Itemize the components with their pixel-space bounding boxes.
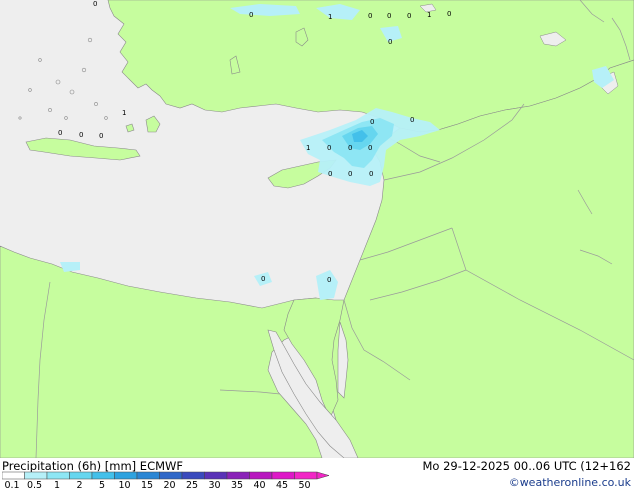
precip-label: 1 bbox=[122, 109, 126, 117]
precip-label: 0 bbox=[99, 132, 103, 140]
legend-swatch bbox=[181, 471, 205, 480]
precip-label: 1 bbox=[427, 11, 431, 19]
legend-tick-label: 30 bbox=[208, 480, 221, 491]
precip-label: 0 bbox=[368, 12, 372, 20]
legend-tick-label: 1 bbox=[53, 480, 61, 491]
legend-swatch bbox=[24, 471, 48, 480]
legend-swatch bbox=[249, 471, 273, 480]
precip-label: 0 bbox=[407, 12, 411, 20]
legend-swatch bbox=[46, 471, 70, 480]
map-canvas: 0 0 1 0 0 0 1 0 0 1 0 0 0 0 0 1 0 0 0 0 … bbox=[0, 0, 634, 458]
precip-label: 0 bbox=[370, 118, 374, 126]
legend-swatch bbox=[91, 471, 115, 480]
weather-map: 0 0 1 0 0 0 1 0 0 1 0 0 0 0 0 1 0 0 0 0 … bbox=[0, 0, 634, 491]
precip-label: 0 bbox=[368, 144, 372, 152]
precip-label: 0 bbox=[348, 144, 352, 152]
legend-swatch bbox=[271, 471, 295, 480]
precip-label: 0 bbox=[58, 129, 62, 137]
legend-tick-label: 0.5 bbox=[26, 480, 43, 491]
precip-label: 0 bbox=[388, 38, 392, 46]
legend-swatch bbox=[204, 471, 228, 480]
precip-label: 0 bbox=[328, 170, 332, 178]
precip-label: 0 bbox=[249, 11, 253, 19]
precip-label: 0 bbox=[261, 275, 265, 283]
legend-tick-label: 2 bbox=[76, 480, 83, 491]
precip-label: 0 bbox=[410, 116, 414, 124]
legend-swatch bbox=[2, 471, 25, 480]
precip-label: 0 bbox=[447, 10, 451, 18]
legend-tick-label: 45 bbox=[275, 480, 289, 491]
precip-label: 0 bbox=[93, 0, 97, 8]
legend-swatch bbox=[136, 471, 160, 480]
legend-swatch bbox=[159, 471, 183, 480]
precip-label: 0 bbox=[79, 131, 83, 139]
legend-overflow-arrow bbox=[316, 471, 330, 480]
legend-tick-label: 20 bbox=[163, 480, 176, 491]
precip-label: 1 bbox=[328, 13, 332, 21]
legend-swatch bbox=[69, 471, 93, 480]
credit-link[interactable]: ©weatheronline.co.uk bbox=[509, 476, 631, 489]
legend-tick-label: 50 bbox=[298, 480, 311, 491]
precip-label: 1 bbox=[306, 144, 310, 152]
legend-swatch bbox=[114, 471, 138, 480]
precip-label: 0 bbox=[327, 144, 331, 152]
precip-label: 0 bbox=[387, 12, 391, 20]
valid-datetime: Mo 29-12-2025 00..06 UTC (12+162 bbox=[422, 459, 632, 473]
legend-tick-label: 40 bbox=[253, 480, 266, 491]
legend-swatch bbox=[294, 471, 318, 480]
legend-tick-label: 15 bbox=[140, 480, 154, 491]
legend-tick-label: 5 bbox=[98, 480, 106, 491]
legend-labels: 0.1 0.5 1 2 5 10 15 20 25 30 35 40 45 50 bbox=[0, 480, 340, 491]
legend-swatch bbox=[226, 471, 250, 480]
precip-label: 0 bbox=[348, 170, 352, 178]
precip-label: 0 bbox=[369, 170, 373, 178]
legend-tick-label: 35 bbox=[230, 480, 244, 491]
precip-label: 0 bbox=[327, 276, 331, 284]
legend-tick-label: 10 bbox=[118, 480, 131, 491]
legend-tick-label: 0.1 bbox=[4, 480, 20, 491]
legend-tick-label: 25 bbox=[185, 480, 199, 491]
